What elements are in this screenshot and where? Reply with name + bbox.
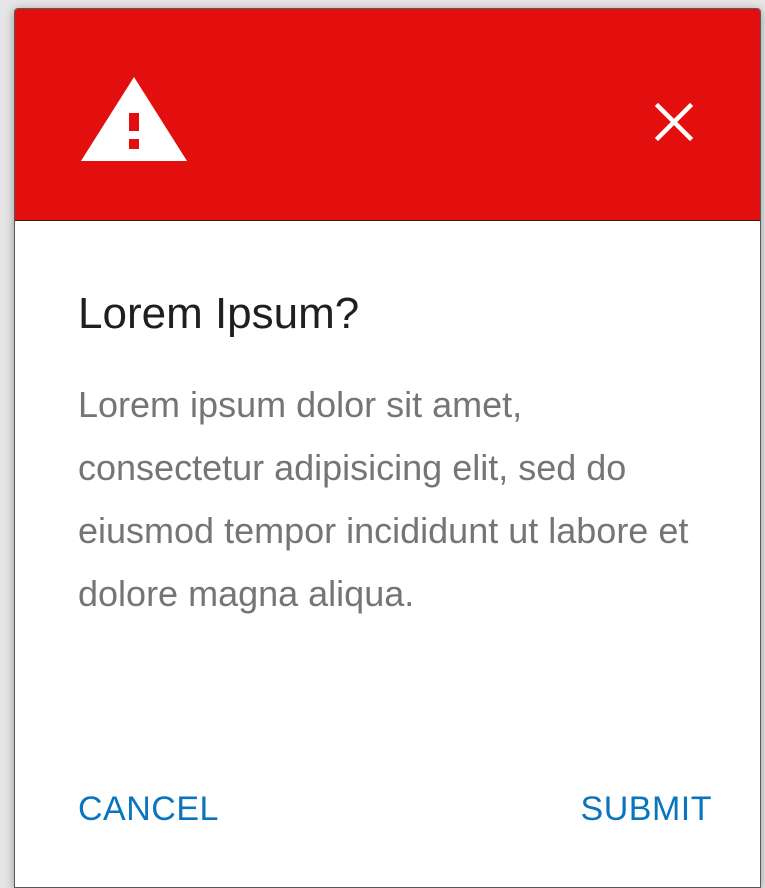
dialog-title: Lorem Ipsum? — [78, 289, 360, 338]
cancel-button[interactable]: CANCEL — [78, 784, 219, 834]
alert-dialog: Lorem Ipsum? Lorem ipsum dolor sit amet,… — [14, 8, 761, 888]
warning-triangle-icon — [81, 77, 187, 161]
close-icon — [654, 102, 694, 142]
dialog-actions: CANCEL SUBMIT — [15, 784, 760, 834]
dialog-header — [15, 9, 760, 221]
dialog-body-text: Lorem ipsum dolor sit amet, consectetur … — [78, 384, 689, 614]
submit-button[interactable]: SUBMIT — [581, 784, 712, 834]
close-button[interactable] — [651, 99, 697, 145]
